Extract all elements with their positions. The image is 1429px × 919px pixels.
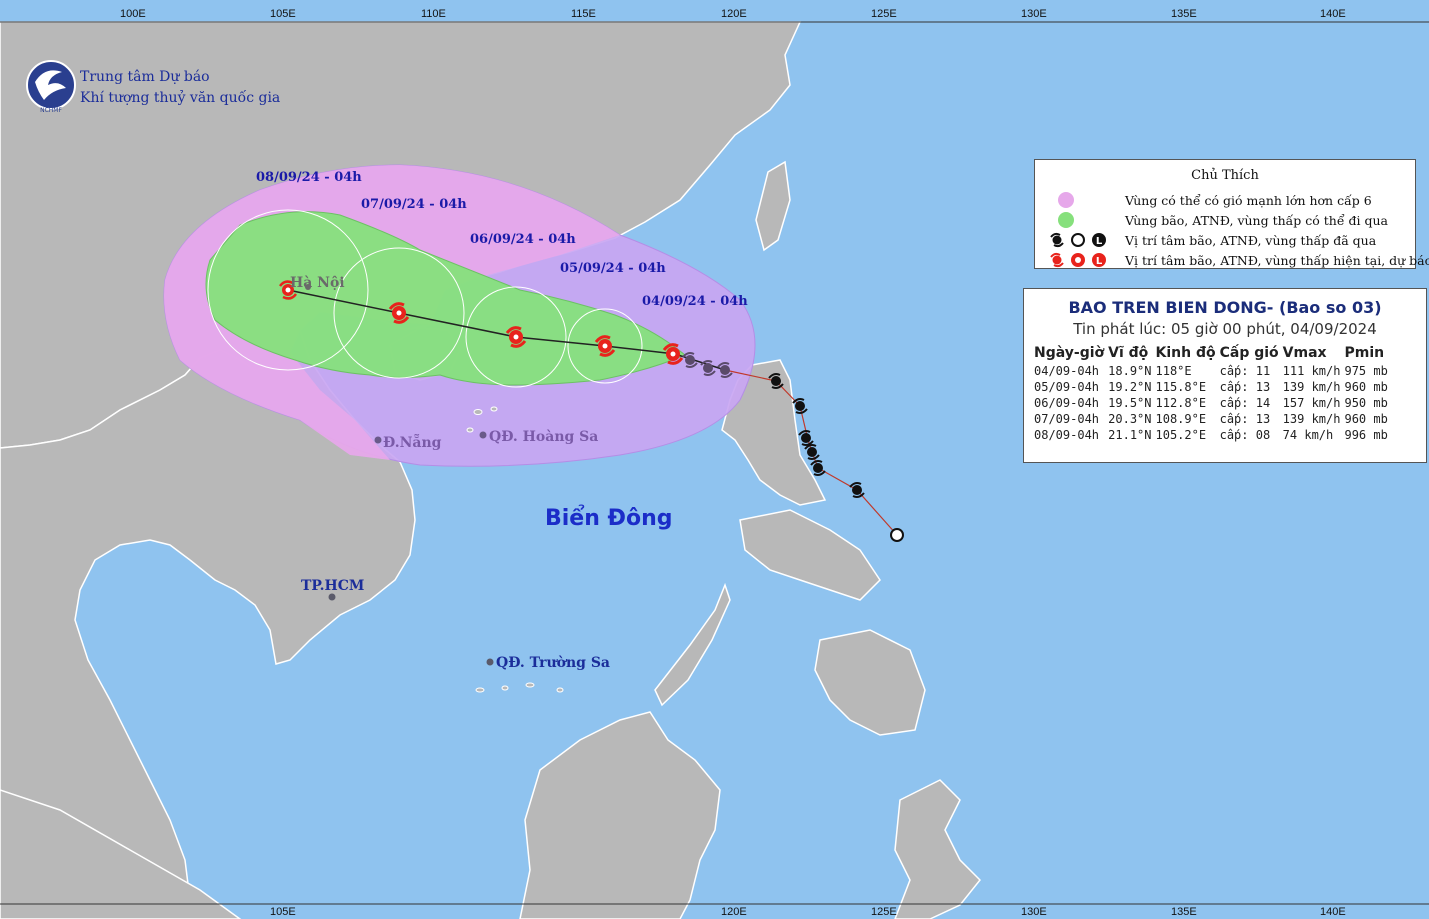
cell-pmin: 950 mb: [1344, 396, 1388, 410]
tick-bottom-3: 130E: [1021, 906, 1047, 918]
cell-lat: 20.3°N: [1108, 412, 1152, 426]
sea-label-bien-dong: Biển Đông: [545, 505, 673, 531]
svg-text:L: L: [1096, 236, 1103, 247]
cell-datetime: 04/09-04h: [1034, 364, 1100, 378]
legend-text-wind: Vùng có thể có gió mạnh lớn hơn cấp 6: [1125, 192, 1372, 208]
hcm-marker: [328, 593, 336, 601]
tick-bottom-1: 120E: [721, 906, 747, 918]
tick-bottom-0: 105E: [270, 906, 296, 918]
table-row: 08/09-04h 21.1°N 105.2°E cấp: 08 74 km/h…: [1034, 428, 1392, 444]
tick-top-1: 105E: [270, 8, 296, 20]
forecast-label-0409: 04/09/24 - 04h: [642, 294, 748, 309]
legend-row-wind: Vùng có thể có gió mạnh lớn hơn cấp 6: [1045, 190, 1372, 210]
legend-row-track: Vùng bão, ATNĐ, vùng thấp có thể đi qua: [1045, 210, 1388, 230]
cell-lat: 21.1°N: [1108, 428, 1152, 442]
header-lat: Vĩ độ: [1108, 345, 1149, 361]
cell-lat: 19.2°N: [1108, 380, 1152, 394]
place-truongsa: QĐ. Trường Sa: [496, 655, 610, 671]
cell-lon: 115.8°E: [1155, 380, 1207, 394]
cell-lat: 19.5°N: [1108, 396, 1152, 410]
cell-lon: 108.9°E: [1155, 412, 1207, 426]
tick-top-4: 120E: [721, 8, 747, 20]
tick-bottom-5: 140E: [1320, 906, 1346, 918]
hoangsa-marker: [479, 431, 487, 439]
cell-pmin: 960 mb: [1344, 412, 1388, 426]
header-vmax: Vmax: [1282, 345, 1327, 361]
org-name-line1: Trung tâm Dự báo: [80, 69, 210, 85]
place-hoangsa: QĐ. Hoàng Sa: [489, 429, 598, 445]
table-row: 05/09-04h 19.2°N 115.8°E cấp: 13 139 km/…: [1034, 380, 1392, 396]
forecast-label-0809: 08/09/24 - 04h: [256, 170, 362, 185]
place-hcm: TP.HCM: [301, 578, 364, 594]
bulletin-issued: Tin phát lúc: 05 giờ 00 phút, 04/09/2024: [1073, 320, 1377, 338]
danang-marker: [374, 436, 382, 444]
tick-bottom-4: 135E: [1171, 906, 1197, 918]
forecast-label-0509: 05/09/24 - 04h: [560, 261, 666, 276]
forecast-label-0709: 07/09/24 - 04h: [361, 197, 467, 212]
header-pmin: Pmin: [1344, 345, 1385, 361]
legend-box: Chủ Thích Vùng có thể có gió mạnh lớn hơ…: [1034, 159, 1429, 269]
org-name-line2: Khí tượng thuỷ văn quốc gia: [80, 89, 280, 106]
past-low-marker: [890, 528, 904, 542]
place-danang: Đ.Nẵng: [383, 432, 442, 451]
cell-wind-level: cấp: 11: [1219, 364, 1271, 378]
cell-datetime: 06/09-04h: [1034, 396, 1100, 410]
tick-top-5: 125E: [871, 8, 897, 20]
cell-datetime: 07/09-04h: [1034, 412, 1100, 426]
header-datetime: Ngày-giờ: [1034, 345, 1105, 361]
cell-pmin: 975 mb: [1344, 364, 1388, 378]
legend-row-past: L Vị trí tâm bão, ATNĐ, vùng thấp đã qua: [1045, 230, 1376, 250]
bulletin-header-row: Ngày-giờ Vĩ độ Kinh độ Cấp gió Vmax Pmin: [1034, 344, 1392, 364]
cell-vmax: 139 km/h: [1282, 412, 1341, 426]
cell-vmax: 139 km/h: [1282, 380, 1341, 394]
table-row: 06/09-04h 19.5°N 112.8°E cấp: 14 157 km/…: [1034, 396, 1392, 412]
cell-datetime: 05/09-04h: [1034, 380, 1100, 394]
svg-text:L: L: [1096, 256, 1103, 267]
header-lon: Kinh độ: [1155, 345, 1216, 361]
cell-vmax: 111 km/h: [1282, 364, 1341, 378]
legend-text-current: Vị trí tâm bão, ATNĐ, vùng thấp hiện tại…: [1125, 252, 1429, 268]
place-hanoi: Hà Nội: [290, 275, 345, 291]
cell-pmin: 960 mb: [1344, 380, 1388, 394]
legend-row-current: L Vị trí tâm bão, ATNĐ, vùng thấp hiện t…: [1045, 250, 1429, 270]
tick-top-3: 115E: [571, 8, 596, 20]
tick-top-0: 100E: [120, 8, 146, 20]
tick-top-6: 130E: [1021, 8, 1047, 20]
logo-text: NCHMF: [40, 107, 62, 114]
bulletin-title: BAO TREN BIEN DONG- (Bao so 03): [1068, 298, 1382, 317]
cell-vmax: 74 km/h: [1282, 428, 1334, 442]
cell-lon: 118°E: [1155, 364, 1192, 378]
cell-wind-level: cấp: 13: [1219, 412, 1271, 426]
cell-lon: 112.8°E: [1155, 396, 1207, 410]
cell-lat: 18.9°N: [1108, 364, 1152, 378]
table-row: 07/09-04h 20.3°N 108.9°E cấp: 13 139 km/…: [1034, 412, 1392, 428]
table-row: 04/09-04h 18.9°N 118°E cấp: 11 111 km/h …: [1034, 364, 1392, 380]
legend-past-icons: L: [1045, 231, 1117, 249]
cell-wind-level: cấp: 08: [1219, 428, 1271, 442]
legend-title: Chủ Thích: [1191, 168, 1259, 183]
tick-top-8: 140E: [1320, 8, 1346, 20]
legend-swatch-wind: [1045, 191, 1117, 209]
legend-swatch-track: [1045, 211, 1117, 229]
cell-datetime: 08/09-04h: [1034, 428, 1100, 442]
bulletin-box: BAO TREN BIEN DONG- (Bao so 03) Tin phát…: [1023, 288, 1427, 463]
header-wind-level: Cấp gió: [1219, 345, 1279, 361]
tick-top-2: 110E: [421, 8, 446, 20]
tick-bottom-2: 125E: [871, 906, 897, 918]
legend-text-track: Vùng bão, ATNĐ, vùng thấp có thể đi qua: [1125, 212, 1389, 228]
legend-current-icons: L: [1045, 251, 1117, 269]
cell-wind-level: cấp: 13: [1219, 380, 1271, 394]
legend-text-past: Vị trí tâm bão, ATNĐ, vùng thấp đã qua: [1125, 232, 1377, 248]
cell-vmax: 157 km/h: [1282, 396, 1341, 410]
bulletin-table: Ngày-giờ Vĩ độ Kinh độ Cấp gió Vmax Pmin…: [1034, 344, 1392, 444]
cell-wind-level: cấp: 14: [1219, 396, 1271, 410]
cell-lon: 105.2°E: [1155, 428, 1207, 442]
truongsa-marker: [486, 658, 494, 666]
tick-top-7: 135E: [1171, 8, 1197, 20]
forecast-label-0609: 06/09/24 - 04h: [470, 232, 576, 247]
cell-pmin: 996 mb: [1344, 428, 1388, 442]
